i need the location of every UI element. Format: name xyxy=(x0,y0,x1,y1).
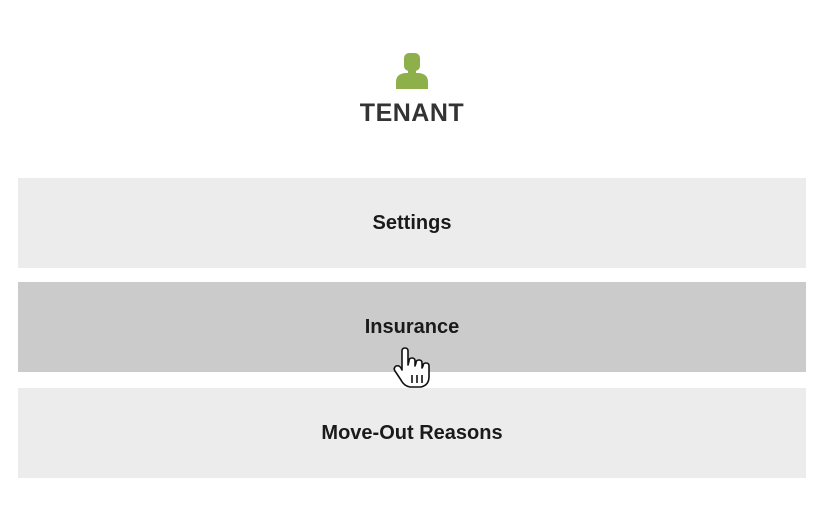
move-out-reasons-button[interactable]: Move-Out Reasons xyxy=(18,388,806,478)
tenant-settings-page: TENANT Settings Insurance Move-Out Reaso… xyxy=(0,0,836,518)
section-title: TENANT xyxy=(359,99,465,127)
settings-button[interactable]: Settings xyxy=(18,178,806,268)
move-out-reasons-label: Move-Out Reasons xyxy=(321,421,503,444)
insurance-label: Insurance xyxy=(364,315,460,338)
user-icon xyxy=(395,52,429,90)
section-header: TENANT xyxy=(0,52,824,128)
insurance-button[interactable]: Insurance xyxy=(18,282,806,372)
settings-label: Settings xyxy=(372,211,452,234)
